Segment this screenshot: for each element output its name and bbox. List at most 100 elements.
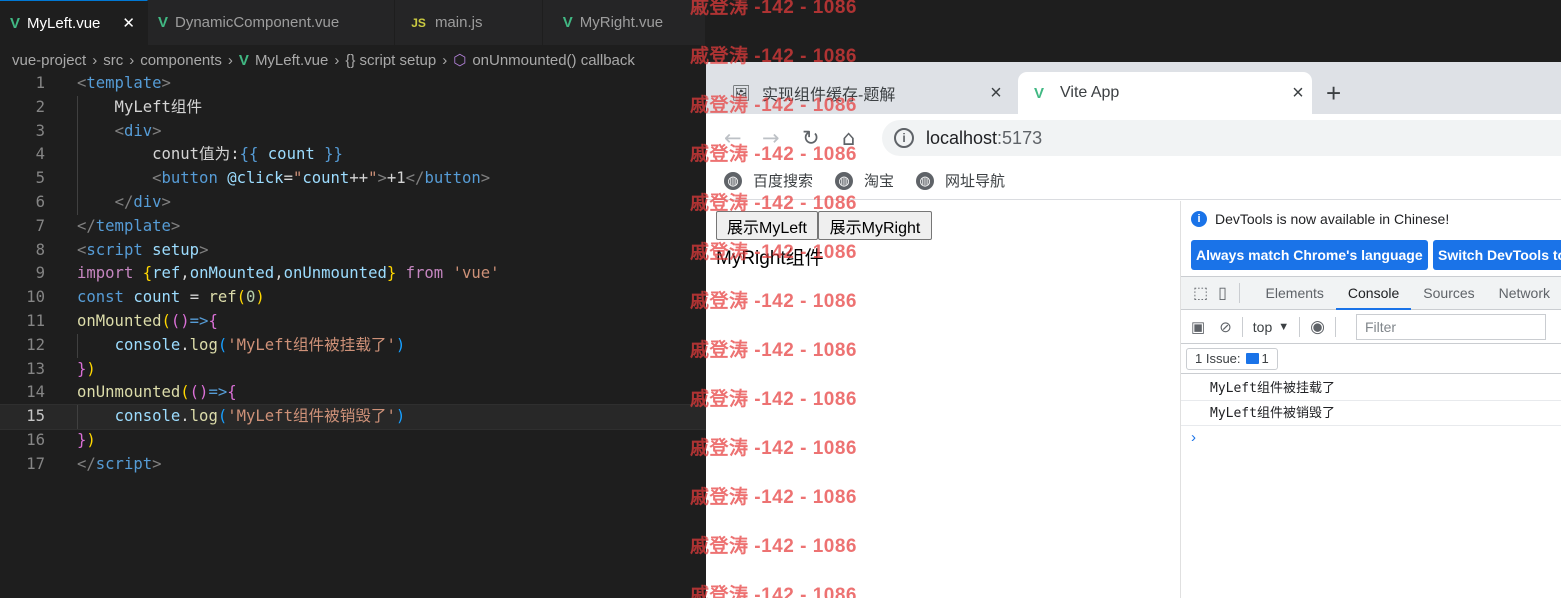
address-port: :5173 — [997, 127, 1043, 148]
chevron-right-icon: › — [129, 51, 135, 69]
code-line: 4 conut值为:{{ count }} — [0, 143, 706, 168]
breadcrumb-src[interactable]: src — [103, 52, 123, 69]
close-icon[interactable]: × — [1284, 82, 1312, 105]
globe-icon: ◍ — [835, 171, 854, 190]
watermark-text: 戚登涛 -142 - 1086 — [690, 291, 857, 312]
issues-button[interactable]: 1 Issue: 1 — [1186, 348, 1278, 370]
breadcrumb-section[interactable]: {} script setup — [345, 52, 436, 69]
line-number: 9 — [35, 264, 45, 283]
line-number: 10 — [26, 288, 45, 307]
bookmark-nav[interactable]: ◍ 网址导航 — [916, 170, 1005, 191]
watermark-text: 戚登涛 -142 - 1086 — [690, 144, 857, 165]
breadcrumb-project[interactable]: vue-project — [12, 52, 86, 69]
line-number: 3 — [35, 121, 45, 140]
code-line: 16}) — [0, 429, 706, 453]
console-message: MyLeft组件被销毁了 — [1181, 401, 1561, 426]
dropdown-arrow-icon: ▼ — [1278, 320, 1290, 333]
address-host: localhost — [926, 127, 998, 148]
browser-tab-title: Vite App — [1060, 84, 1120, 101]
code-text: <div> — [114, 121, 162, 140]
console-toolbar: ▣ ⊘ top ▼ ◉ Filter — [1181, 310, 1561, 344]
breadcrumb-file[interactable]: MyLeft.vue — [255, 52, 328, 69]
console-prompt[interactable]: › — [1191, 429, 1196, 446]
editor-tab-myright[interactable]: V MyRight.vue — [543, 0, 706, 45]
show-myright-button[interactable]: 展示MyRight — [818, 211, 932, 240]
message-icon — [1245, 353, 1259, 364]
editor-tab-mainjs[interactable]: JS main.js — [395, 0, 543, 45]
issues-label: 1 Issue: — [1195, 351, 1241, 366]
editor-tab-myleft[interactable]: V MyLeft.vue ✕ — [0, 0, 148, 45]
new-tab-button[interactable]: + — [1326, 78, 1341, 109]
editor-tab-dynamiccomponent[interactable]: V DynamicComponent.vue — [148, 0, 396, 45]
editor-tab-label: main.js — [434, 14, 483, 31]
line-number: 7 — [35, 216, 45, 235]
address-bar[interactable]: i localhost:5173 — [882, 120, 1561, 156]
code-line: 2 MyLeft组件 — [0, 95, 706, 120]
bookmark-label: 网址导航 — [945, 173, 1006, 190]
line-number: 16 — [26, 430, 45, 449]
code-area[interactable]: 1 <template> 2 MyLeft组件 3 <div> 4 conut值为… — [0, 72, 707, 477]
code-line: 12 console.log('MyLeft组件被挂载了') — [0, 333, 706, 358]
match-language-button[interactable]: Always match Chrome's language — [1191, 240, 1428, 270]
eye-icon[interactable]: ◉ — [1310, 317, 1325, 337]
globe-icon: ◍ — [916, 171, 935, 190]
editor-tab-label: MyLeft.vue — [27, 14, 101, 32]
line-number: 15 — [26, 407, 45, 426]
globe-icon: ◍ — [724, 171, 742, 190]
issues-bar: 1 Issue: 1 — [1181, 344, 1561, 374]
clear-console-icon[interactable]: ⊘ — [1219, 318, 1232, 336]
vue-logo-icon: V — [1033, 84, 1044, 102]
editor-tabbar: V MyLeft.vue ✕ V DynamicComponent.vue JS… — [0, 0, 706, 45]
devtools-notice: i DevTools is now available in Chinese! — [1191, 211, 1449, 227]
sidebar-toggle-icon[interactable]: ▣ — [1191, 318, 1205, 336]
code-line: 14 onUnmounted(()=>{ — [0, 381, 706, 405]
issues-count: 1 — [1261, 351, 1269, 366]
tab-network[interactable]: Network — [1487, 276, 1561, 310]
show-myleft-button[interactable]: 展示MyLeft — [716, 211, 818, 240]
code-line: 10 const count = ref(0) — [0, 286, 706, 310]
vue-file-icon: V — [10, 14, 21, 32]
code-text: }) — [77, 359, 96, 378]
chevron-right-icon: › — [92, 51, 98, 69]
code-text: </div> — [114, 192, 171, 211]
context-selector[interactable]: top ▼ — [1253, 319, 1289, 335]
line-number: 12 — [26, 335, 45, 354]
device-toolbar-icon[interactable]: ▯ — [1218, 283, 1227, 303]
devtools-tabs: ⬚ ▯ Elements Console Sources Network — [1181, 276, 1561, 310]
console-message: MyLeft组件被挂载了 — [1181, 376, 1561, 401]
code-text: onUnmounted(()=>{ — [77, 383, 237, 402]
editor-tab-label: MyRight.vue — [579, 14, 664, 31]
code-line: 17 </script> — [0, 453, 706, 477]
chevron-right-icon: › — [227, 51, 233, 69]
close-icon[interactable]: × — [982, 82, 1010, 105]
editor-tab-label: DynamicComponent.vue — [174, 14, 340, 31]
code-text: <button @click="count++">+1</button> — [152, 169, 491, 188]
breadcrumb: vue-project › src › components › V MyLef… — [0, 45, 706, 75]
tab-console[interactable]: Console — [1335, 276, 1412, 310]
code-text: MyLeft组件 — [77, 97, 203, 116]
watermark-text: 戚登涛 -142 - 1086 — [690, 0, 857, 18]
code-text: console.log('MyLeft组件被挂载了') — [114, 335, 406, 354]
code-text: </template> — [77, 216, 181, 235]
code-editor: V MyLeft.vue ✕ V DynamicComponent.vue JS… — [0, 0, 707, 598]
watermark-text: 戚登涛 -142 - 1086 — [690, 193, 857, 214]
switch-devtools-button[interactable]: Switch DevTools to Chinese — [1433, 240, 1561, 270]
watermark-text: 戚登涛 -142 - 1086 — [690, 95, 857, 116]
filter-input[interactable]: Filter — [1355, 313, 1546, 340]
code-line: 3 <div> — [0, 119, 706, 144]
breadcrumb-symbol[interactable]: onUnmounted() callback — [472, 52, 635, 69]
watermark-text: 戚登涛 -142 - 1086 — [690, 46, 857, 67]
code-line: 6 </div> — [0, 190, 706, 215]
tab-elements[interactable]: Elements — [1254, 276, 1336, 310]
browser-tab-vite-app[interactable]: V Vite App × — [1018, 72, 1312, 114]
watermark-text: 戚登涛 -142 - 1086 — [690, 585, 857, 598]
line-number: 13 — [26, 359, 45, 378]
inspect-element-icon[interactable]: ⬚ — [1193, 283, 1208, 303]
info-icon[interactable]: i — [894, 128, 914, 148]
code-text: </script> — [77, 454, 162, 473]
tab-sources[interactable]: Sources — [1411, 276, 1486, 310]
code-text: conut值为:{{ count }} — [77, 145, 343, 164]
breadcrumb-components[interactable]: components — [140, 52, 222, 69]
line-number: 4 — [35, 145, 45, 164]
close-tab-icon[interactable]: ✕ — [122, 14, 135, 32]
